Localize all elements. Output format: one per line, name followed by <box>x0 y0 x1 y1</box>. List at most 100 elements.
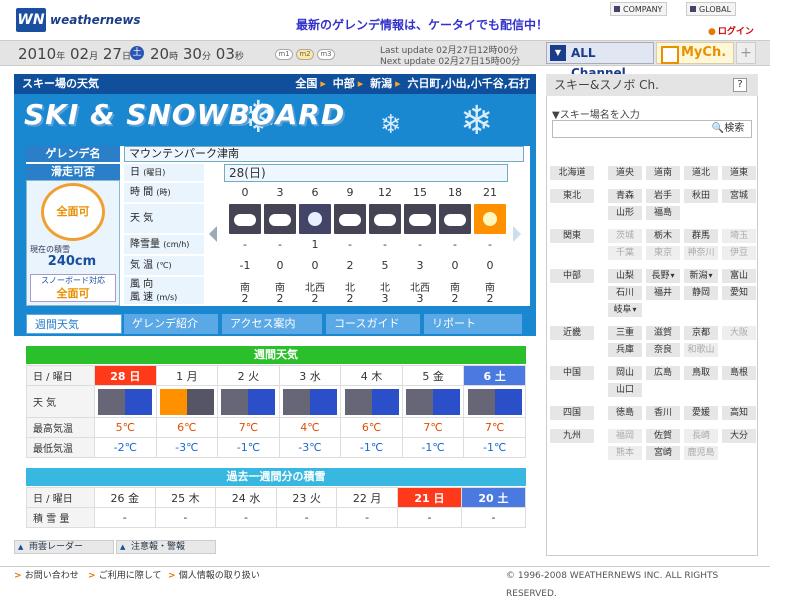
prefecture-item[interactable]: 富山 <box>722 269 756 283</box>
prefecture-item[interactable]: 秋田 <box>684 189 718 203</box>
warnings-link[interactable]: 注意報・警報 <box>116 540 216 554</box>
hour: 20 <box>150 45 170 63</box>
prefecture-item[interactable]: 茨城 <box>608 229 642 243</box>
snowboard-label: スノーボード対応 <box>41 276 105 285</box>
prefecture-item[interactable]: 広島 <box>646 366 680 380</box>
prev-arrow-icon[interactable] <box>209 226 217 242</box>
prefecture-item[interactable]: 福井 <box>646 286 680 300</box>
prefecture-item[interactable]: 大分 <box>722 429 756 443</box>
prefecture-item[interactable]: 岡山 <box>608 366 642 380</box>
prefecture-item[interactable]: 和歌山 <box>684 343 718 357</box>
prefecture-item[interactable]: 岐阜 <box>608 303 642 317</box>
weekly-title: 週間天気 <box>26 346 526 364</box>
prefecture-item[interactable]: 石川 <box>608 286 642 300</box>
prefecture-item[interactable]: 長野 <box>646 269 680 283</box>
prefecture-item[interactable]: 佐賀 <box>646 429 680 443</box>
tab-gelande[interactable]: ゲレンデ紹介 <box>124 314 220 334</box>
region-3[interactable]: 中部 <box>550 269 594 283</box>
snowfall-value: - <box>243 238 247 251</box>
tab-access[interactable]: アクセス案内 <box>222 314 324 334</box>
prefecture-item[interactable]: 神奈川 <box>684 246 718 260</box>
prefecture-item[interactable]: 栃木 <box>646 229 680 243</box>
prefecture-item[interactable]: 福島 <box>646 206 680 220</box>
prefecture-item[interactable]: 千葉 <box>608 246 642 260</box>
region-4[interactable]: 近畿 <box>550 326 594 340</box>
m1-button[interactable]: m1 <box>275 49 293 60</box>
brand-name[interactable]: weathernews <box>50 13 141 27</box>
prefecture-item[interactable]: 山形 <box>608 206 642 220</box>
crumb-chubu[interactable]: 中部 <box>333 77 355 90</box>
crumb-national[interactable]: 全国 <box>295 77 317 90</box>
prefecture-item[interactable]: 兵庫 <box>608 343 642 357</box>
region-2[interactable]: 関東 <box>550 229 594 243</box>
temp-value: 0 <box>311 259 319 272</box>
minute: 30 <box>182 45 202 63</box>
prefecture-item[interactable]: 島根 <box>722 366 756 380</box>
all-channel-button[interactable]: ALL Channel <box>546 42 654 80</box>
company-link[interactable]: COMPANY <box>610 2 668 16</box>
prefecture-item[interactable]: 鳥取 <box>684 366 718 380</box>
prefecture-item[interactable]: 宮城 <box>722 189 756 203</box>
prefecture-item[interactable]: 道南 <box>646 166 680 180</box>
prefecture-item[interactable]: 新潟 <box>684 269 718 283</box>
my-channel-button[interactable]: MyCh. <box>656 42 734 64</box>
prefecture-item[interactable]: 福岡 <box>608 429 642 443</box>
prefecture-item[interactable]: 熊本 <box>608 446 642 460</box>
next-arrow-icon[interactable] <box>513 226 521 242</box>
prefecture-item[interactable]: 群馬 <box>684 229 718 243</box>
prefecture-item[interactable]: 大阪 <box>722 326 756 340</box>
help-button[interactable]: ? <box>733 78 747 92</box>
region-7[interactable]: 九州 <box>550 429 594 443</box>
prefecture-item[interactable]: 徳島 <box>608 406 642 420</box>
tab-report[interactable]: リポート <box>424 314 524 334</box>
prefecture-item[interactable]: 道北 <box>684 166 718 180</box>
gelande-name: マウンテンパーク津南 <box>124 146 524 162</box>
promo-text[interactable]: 最新のゲレンデ情報は、ケータイでも配信中！ <box>296 16 548 33</box>
crumb-area[interactable]: 六日町,小出,小千谷,石打 <box>407 77 530 90</box>
prefecture-item[interactable]: 伊豆 <box>722 246 756 260</box>
global-link[interactable]: GLOBAL <box>686 2 737 16</box>
weekly-day: 2 火 <box>217 365 280 386</box>
region-1[interactable]: 東北 <box>550 189 594 203</box>
footer-privacy-link[interactable]: 個人情報の取り扱い <box>168 567 260 585</box>
m3-button[interactable]: m3 <box>317 49 335 60</box>
prefecture-item[interactable]: 三重 <box>608 326 642 340</box>
prefecture-item[interactable]: 宮崎 <box>646 446 680 460</box>
region-6[interactable]: 四国 <box>550 406 594 420</box>
crumb-niigata[interactable]: 新潟 <box>370 77 392 90</box>
prefecture-item[interactable]: 愛媛 <box>684 406 718 420</box>
search-button[interactable]: 🔍検索 <box>705 121 751 137</box>
weathernews-logo[interactable]: WN <box>16 8 46 32</box>
prefecture-item[interactable]: 鹿児島 <box>684 446 718 460</box>
prefecture-item[interactable]: 静岡 <box>684 286 718 300</box>
prefecture-item[interactable]: 愛知 <box>722 286 756 300</box>
prefecture-item[interactable]: 滋賀 <box>646 326 680 340</box>
prefecture-item[interactable]: 長崎 <box>684 429 718 443</box>
prefecture-item[interactable]: 東京 <box>646 246 680 260</box>
rain-radar-link[interactable]: 雨雲レーダー <box>14 540 114 554</box>
tab-course[interactable]: コースガイド <box>326 314 422 334</box>
prefecture-item[interactable]: 青森 <box>608 189 642 203</box>
footer-terms-link[interactable]: ご利用に際して <box>88 567 162 585</box>
tab-weekly[interactable]: 週間天気 <box>26 314 122 334</box>
region-5[interactable]: 中国 <box>550 366 594 380</box>
prefecture-item[interactable]: 京都 <box>684 326 718 340</box>
prefecture-item[interactable]: 高知 <box>722 406 756 420</box>
prefecture-item[interactable]: 奈良 <box>646 343 680 357</box>
prefecture-item[interactable]: 山梨 <box>608 269 642 283</box>
region-0[interactable]: 北海道 <box>550 166 594 180</box>
login-link[interactable]: ログイン <box>708 24 754 37</box>
footer-contact-link[interactable]: お問い合わせ <box>14 567 79 585</box>
m2-button[interactable]: m2 <box>296 49 314 60</box>
prefecture-item[interactable]: 山口 <box>608 383 642 397</box>
add-channel-button[interactable]: + <box>736 42 756 64</box>
prefecture-item[interactable]: 道東 <box>722 166 756 180</box>
weekly-icon-cell <box>155 385 219 418</box>
snowfall-value: - <box>418 238 422 251</box>
prefecture-item[interactable]: 道央 <box>608 166 642 180</box>
prefecture-item[interactable]: 香川 <box>646 406 680 420</box>
table-row: 天 気 <box>26 385 526 418</box>
table-row: 最低気温 -2℃ -3℃ -1℃ -3℃ -1℃ -1℃ -1℃ <box>26 437 526 458</box>
prefecture-item[interactable]: 岩手 <box>646 189 680 203</box>
prefecture-item[interactable]: 埼玉 <box>722 229 756 243</box>
